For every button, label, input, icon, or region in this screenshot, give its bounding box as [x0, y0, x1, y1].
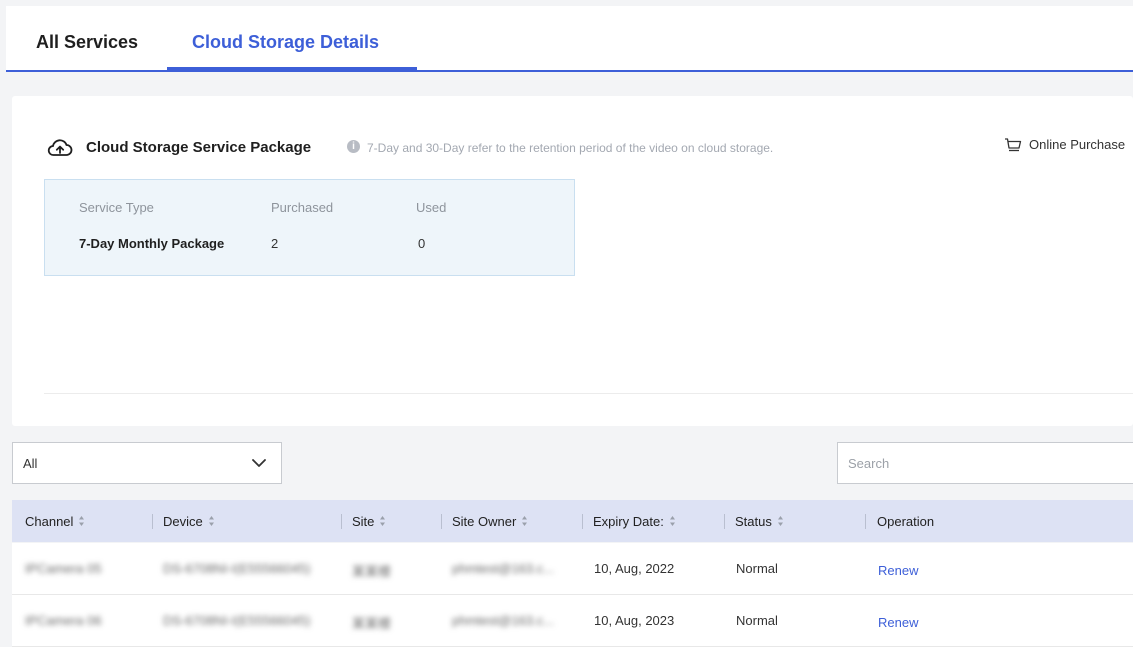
table-row: IPCamera 06 DS-6708NI-I(E55566045) 某某楼 p…: [12, 595, 1133, 647]
column-site[interactable]: Site: [352, 514, 386, 529]
header-service-type: Service Type: [79, 200, 154, 215]
column-separator: [152, 514, 153, 529]
header-purchased: Purchased: [271, 200, 334, 215]
filter-selected-value: All: [23, 456, 38, 471]
column-site-owner[interactable]: Site Owner: [452, 514, 528, 529]
column-separator: [441, 514, 442, 529]
column-site-owner-label: Site Owner: [452, 514, 517, 529]
site-owner-cell: phmtest@163.c...: [452, 561, 555, 576]
column-separator: [341, 514, 342, 529]
active-tab-indicator: [167, 67, 417, 70]
column-channel[interactable]: Channel: [25, 514, 85, 529]
column-device[interactable]: Device: [163, 514, 215, 529]
site-owner-cell: phmtest@163.c...: [452, 613, 555, 628]
used-value: 0: [418, 236, 426, 251]
device-cell: DS-6708NI-I(E55566045): [163, 561, 311, 576]
package-note: 7-Day and 30-Day refer to the retention …: [367, 141, 774, 155]
package-card: Cloud Storage Service Package i 7-Day an…: [12, 96, 1133, 426]
table-row: IPCamera 05 DS-6708NI-I(E55566045) 某某楼 p…: [12, 543, 1133, 595]
filter-dropdown[interactable]: All: [12, 442, 282, 484]
sort-icon: [777, 516, 783, 526]
renew-link[interactable]: Renew: [878, 563, 918, 578]
column-expiry-date[interactable]: Expiry Date:: [593, 514, 676, 529]
column-channel-label: Channel: [25, 514, 74, 529]
channel-cell: IPCamera 06: [25, 613, 102, 628]
expiry-date-cell: 10, Aug, 2022: [594, 561, 675, 576]
expiry-date-cell: 10, Aug, 2023: [594, 613, 675, 628]
info-icon: i: [347, 140, 360, 153]
column-device-label: Device: [163, 514, 203, 529]
column-expiry-date-label: Expiry Date:: [593, 514, 664, 529]
package-summary-table: Service Type Purchased Used 7-Day Monthl…: [44, 179, 575, 276]
sort-icon: [79, 516, 85, 526]
column-operation: Operation: [877, 514, 935, 529]
column-status-label: Status: [735, 514, 772, 529]
channel-cell: IPCamera 05: [25, 561, 102, 576]
cart-icon: [1005, 138, 1022, 152]
search-input[interactable]: [837, 442, 1133, 484]
column-site-label: Site: [352, 514, 375, 529]
service-type-value: 7-Day Monthly Package: [79, 236, 225, 251]
status-cell: Normal: [736, 613, 778, 628]
package-title: Cloud Storage Service Package: [86, 139, 312, 156]
sort-icon: [380, 516, 386, 526]
online-purchase-button[interactable]: Online Purchase: [1004, 137, 1125, 153]
status-cell: Normal: [736, 561, 778, 576]
header-used: Used: [416, 200, 447, 215]
purchased-value: 2: [271, 236, 279, 251]
tab-bar: All Services Cloud Storage Details: [6, 6, 1133, 72]
online-purchase-label: Online Purchase: [1029, 137, 1126, 152]
site-cell: 某某楼: [352, 564, 392, 579]
sort-icon: [669, 516, 675, 526]
column-status[interactable]: Status: [735, 514, 784, 529]
cloud-upload-icon: [47, 136, 73, 160]
table-header: Channel Device Site Site Owner Expiry Da…: [12, 500, 1133, 542]
device-cell: DS-6708NI-I(E55566045): [163, 613, 311, 628]
column-separator: [865, 514, 866, 529]
tab-cloud-storage-details[interactable]: Cloud Storage Details: [192, 32, 379, 53]
column-separator: [582, 514, 583, 529]
divider: [44, 393, 1133, 394]
chevron-down-icon: [252, 459, 266, 467]
sort-icon: [522, 516, 528, 526]
renew-link[interactable]: Renew: [878, 615, 918, 630]
column-separator: [724, 514, 725, 529]
tab-all-services[interactable]: All Services: [36, 32, 138, 53]
sort-icon: [208, 516, 214, 526]
site-cell: 某某楼: [352, 616, 392, 631]
